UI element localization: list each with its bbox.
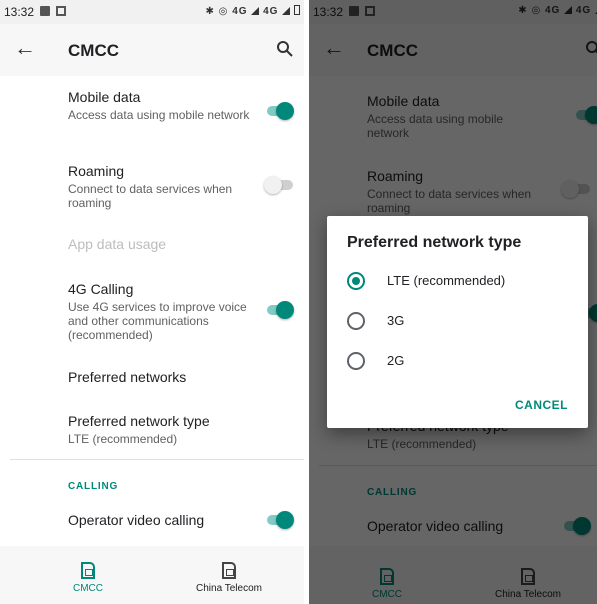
back-arrow-icon[interactable]: ← <box>14 37 36 59</box>
operator-video-calling-title: Operator video calling <box>68 512 205 528</box>
operator-video-calling-toggle[interactable] <box>264 511 294 529</box>
preferred-network-type-summary: LTE (recommended) <box>68 432 178 446</box>
calling-4g-title: 4G Calling <box>68 281 134 297</box>
network-type: 4G <box>232 6 248 17</box>
preferred-network-type-title: Preferred network type <box>68 413 210 429</box>
settings-screen-right: 13:32 ✱ ◎ 4G 4G ← CMCC Mobile data Acces… <box>309 0 597 604</box>
calling-section-header: CALLING <box>68 481 119 492</box>
search-icon[interactable] <box>276 40 294 58</box>
toggle-thumb <box>264 176 282 194</box>
app-bar: ← CMCC <box>0 24 304 76</box>
radio-button[interactable] <box>347 312 365 330</box>
mobile-data-item[interactable]: Mobile data Access data using mobile net… <box>68 89 252 122</box>
dialog-title: Preferred network type <box>347 234 522 251</box>
settings-screen-left: 13:32 ✱ ◎ 4G 4G ← CMCC Mobile data Acces… <box>0 0 304 604</box>
divider <box>10 459 304 460</box>
option-2g[interactable]: 2G <box>347 349 568 373</box>
toggle-thumb <box>276 301 294 319</box>
hotspot-icon: ◎ <box>218 6 229 17</box>
signal-icon <box>251 7 260 15</box>
network-type: 4G <box>263 6 279 17</box>
status-bar: 13:32 ✱ ◎ 4G 4G <box>0 0 304 24</box>
mobile-data-summary: Access data using mobile network <box>68 108 250 122</box>
sim-card-icon <box>222 562 236 579</box>
signal-icon <box>282 7 291 15</box>
toggle-thumb <box>276 102 294 120</box>
cancel-button[interactable]: CANCEL <box>515 398 568 412</box>
preferred-networks-title: Preferred networks <box>68 369 187 385</box>
calling-4g-toggle[interactable] <box>264 301 294 319</box>
battery-icon <box>294 5 300 15</box>
toggle-thumb <box>276 511 294 529</box>
option-lte[interactable]: LTE (recommended) <box>347 269 568 293</box>
operator-video-calling-item[interactable]: Operator video calling <box>68 512 252 529</box>
roaming-toggle[interactable] <box>264 176 294 194</box>
mobile-data-toggle[interactable] <box>264 102 294 120</box>
settings-list: Mobile data Access data using mobile net… <box>0 76 304 546</box>
preferred-networks-item[interactable]: Preferred networks <box>68 369 294 386</box>
roaming-title: Roaming <box>68 163 125 179</box>
mobile-data-title: Mobile data <box>68 89 141 105</box>
preferred-network-type-item[interactable]: Preferred network type LTE (recommended) <box>68 413 294 446</box>
calling-4g-summary: Use 4G services to improve voice and oth… <box>68 300 247 342</box>
radio-button[interactable] <box>347 352 365 370</box>
preferred-network-type-dialog: Preferred network type LTE (recommended)… <box>327 216 588 428</box>
radio-button-selected[interactable] <box>347 272 365 290</box>
tab-label: China Telecom <box>196 583 262 594</box>
app-data-usage-item: App data usage <box>68 236 294 253</box>
app-data-usage-title: App data usage <box>68 236 167 252</box>
bluetooth-icon: ✱ <box>205 6 215 17</box>
status-icons: ✱ ◎ 4G 4G <box>205 5 300 17</box>
roaming-item[interactable]: Roaming Connect to data services when ro… <box>68 163 252 210</box>
notification-icon <box>40 6 50 16</box>
tab-cmcc[interactable]: CMCC <box>33 562 143 594</box>
page-title: CMCC <box>68 41 119 60</box>
sim-tab-bar: CMCC China Telecom <box>0 556 304 604</box>
tab-china-telecom[interactable]: China Telecom <box>174 562 284 594</box>
tab-label: CMCC <box>73 583 103 594</box>
roaming-summary: Connect to data services when roaming <box>68 182 233 210</box>
option-label: LTE (recommended) <box>387 273 506 288</box>
option-label: 2G <box>387 353 405 368</box>
status-time: 13:32 <box>4 5 35 19</box>
calling-4g-item[interactable]: 4G Calling Use 4G services to improve vo… <box>68 281 252 342</box>
option-3g[interactable]: 3G <box>347 309 568 333</box>
option-label: 3G <box>387 313 405 328</box>
notification-icon <box>56 6 66 16</box>
sim-card-icon <box>81 562 95 579</box>
